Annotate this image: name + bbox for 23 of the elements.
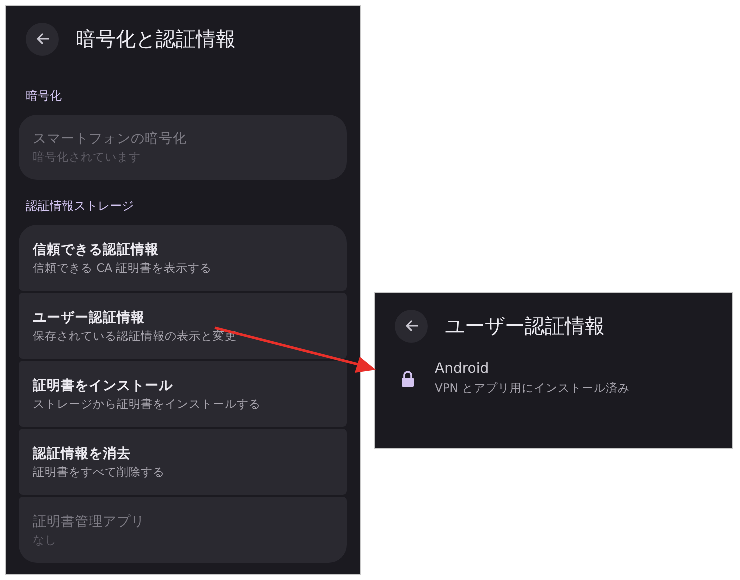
item-title: スマートフォンの暗号化	[33, 130, 188, 148]
back-arrow-icon	[404, 319, 418, 333]
settings-item[interactable]: 証明書をインストール ストレージから証明書をインストールする	[19, 361, 347, 427]
lock-icon	[401, 370, 415, 386]
back-arrow-icon	[36, 32, 50, 46]
item-title: ユーザー認証情報	[33, 308, 146, 326]
item-title: 信頼できる認証情報	[33, 240, 160, 258]
screen-title: 暗号化と認証情報	[76, 26, 236, 52]
item-title: 証明書管理アプリ	[33, 512, 146, 530]
screen-title: ユーザー認証情報	[445, 312, 605, 340]
back-button[interactable]	[395, 310, 428, 342]
item-title: 認証情報を消去	[33, 444, 132, 462]
item-subtitle: ストレージから証明書をインストールする	[33, 396, 262, 412]
back-button[interactable]	[26, 22, 59, 56]
settings-item[interactable]: 信頼できる認証情報 信頼できる CA 証明書を表示する	[19, 225, 347, 291]
credential-subtitle: VPN とアプリ用にインストール済み	[435, 381, 630, 396]
section-heading: 認証情報ストレージ	[25, 198, 135, 215]
credential-name: Android	[435, 361, 490, 377]
item-subtitle: 信頼できる CA 証明書を表示する	[33, 260, 214, 276]
item-title: 証明書をインストール	[33, 376, 174, 394]
section-heading: 暗号化	[25, 88, 63, 105]
settings-item[interactable]: 認証情報を消去 証明書をすべて削除する	[19, 429, 347, 495]
item-subtitle: 証明書をすべて削除する	[33, 464, 166, 480]
